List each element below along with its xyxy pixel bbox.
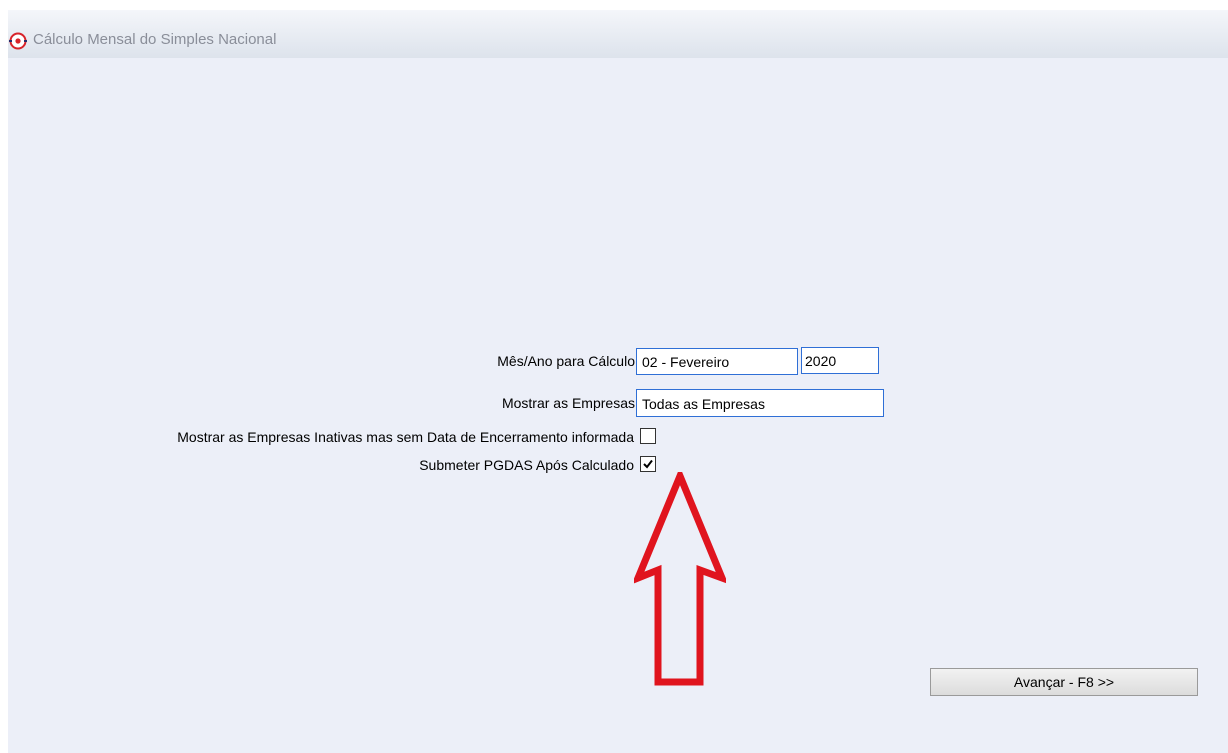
window-title: Cálculo Mensal do Simples Nacional — [33, 31, 277, 48]
month-select[interactable]: 02 - Fevereiro — [636, 348, 798, 375]
show-companies-label: Mostrar as Empresas — [501, 395, 635, 411]
month-year-label: Mês/Ano para Cálculo — [497, 353, 635, 369]
up-arrow-icon — [634, 472, 726, 686]
inactive-companies-checkbox[interactable] — [640, 428, 656, 444]
target-icon — [9, 32, 27, 50]
submit-pgdas-checkbox[interactable] — [640, 456, 656, 472]
main-window: Cálculo Mensal do Simples Nacional Mês/A… — [8, 10, 1228, 753]
show-companies-select[interactable]: Todas as Empresas — [636, 389, 884, 417]
submit-pgdas-label: Submeter PGDAS Após Calculado — [419, 457, 634, 473]
next-button[interactable]: Avançar - F8 >> — [930, 668, 1198, 696]
inactive-companies-label: Mostrar as Empresas Inativas mas sem Dat… — [177, 429, 634, 445]
year-input[interactable]: 2020 — [801, 347, 879, 374]
title-bar: Cálculo Mensal do Simples Nacional — [8, 10, 1228, 58]
checkmark-icon — [643, 459, 653, 469]
